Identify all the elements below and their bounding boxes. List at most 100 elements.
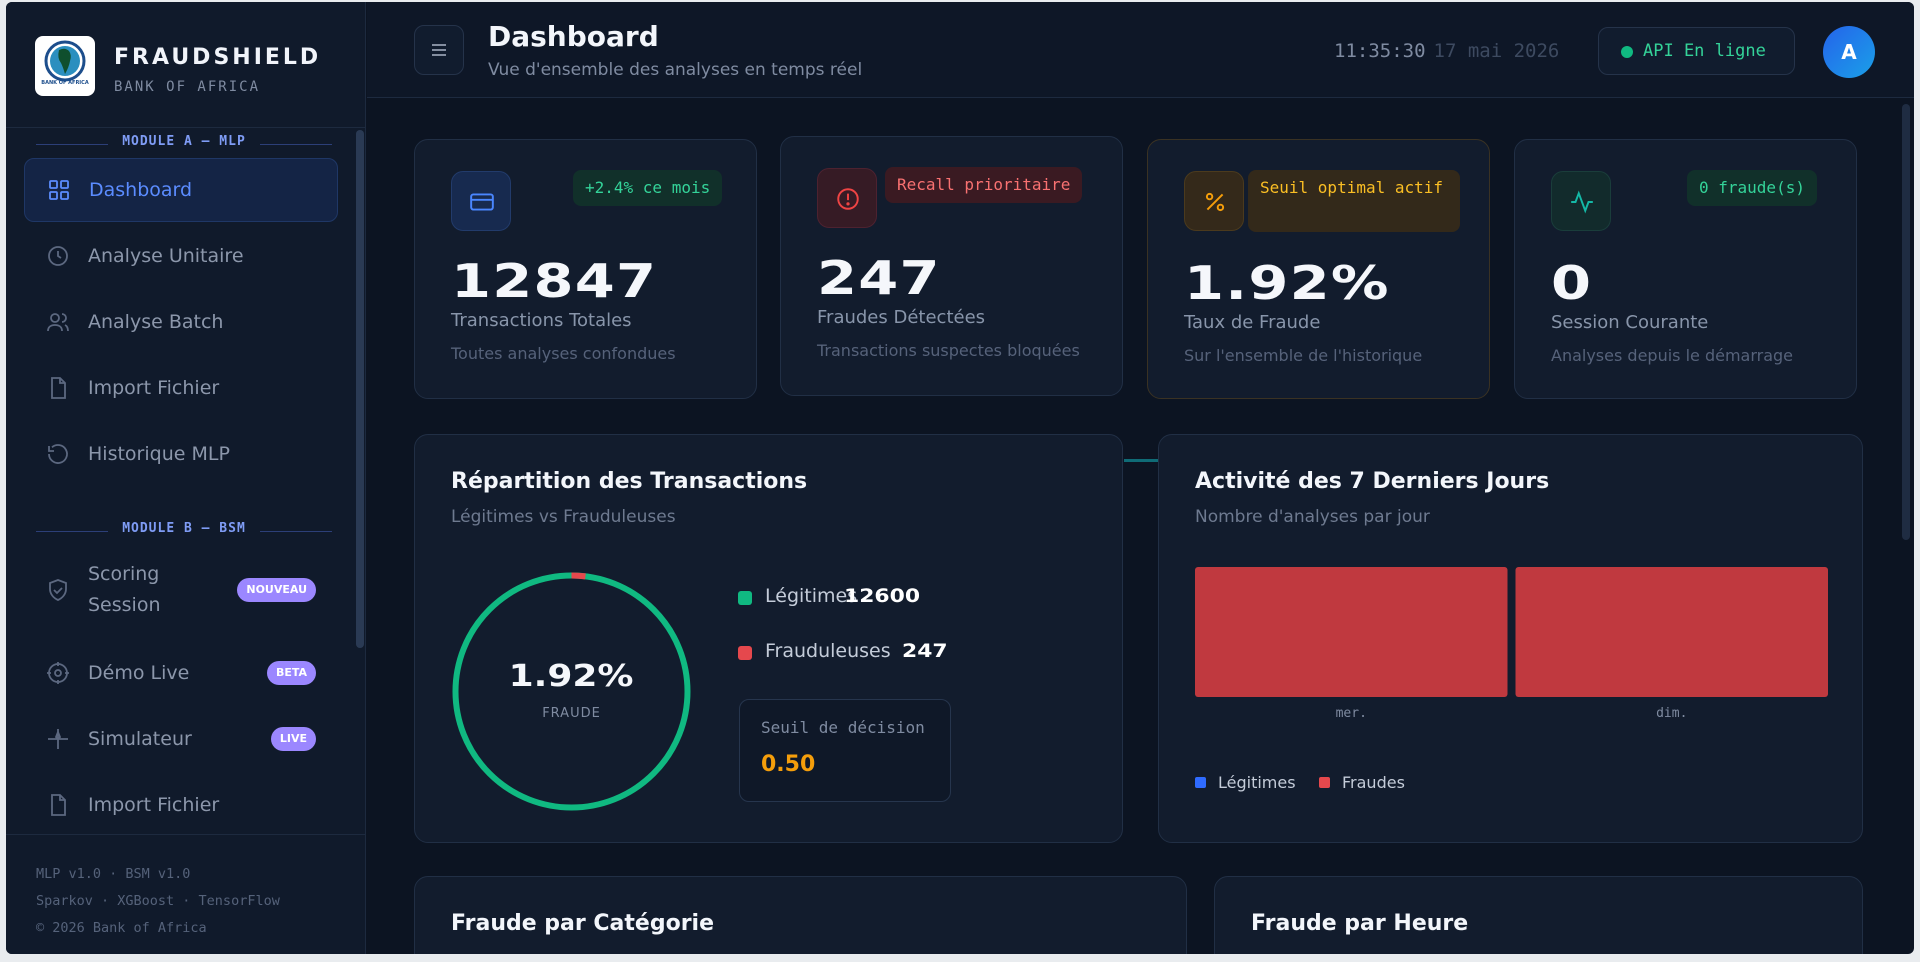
tech-stack-text: Sparkov · XGBoost · TensorFlow <box>36 893 280 909</box>
target-icon <box>47 662 69 684</box>
donut-center-value: 1.92% <box>449 659 694 694</box>
stat-label: Session Courante <box>1551 312 1709 333</box>
shield-icon <box>49 579 67 601</box>
page-subtitle: Vue d'ensemble des analyses en temps rée… <box>488 60 863 80</box>
pulse-icon <box>1551 171 1611 231</box>
sidebar-item-label: Dashboard <box>89 179 193 201</box>
fraude-categorie-panel: Fraude par Catégorie <box>414 876 1187 954</box>
sidebar-item-label: Analyse Batch <box>88 311 224 333</box>
recall-badge: Recall prioritaire <box>885 167 1083 203</box>
live-badge: LIVE <box>270 727 316 751</box>
legend-fraud-swatch <box>738 646 752 660</box>
legend-legit-value: 12600 <box>844 585 921 607</box>
copyright-text: © 2026 Bank of Africa <box>36 920 207 936</box>
donut-center-label: FRAUDE <box>542 706 601 721</box>
clock-date: 17 mai 2026 <box>1433 40 1560 62</box>
clock: 11:35:30 17 mai 2026 <box>1334 40 1559 62</box>
legend-legit-swatch <box>1195 777 1206 788</box>
panel-title: Fraude par Heure <box>1251 911 1469 936</box>
donut-center-value-text: 1.92% <box>509 659 634 694</box>
sidebar-item-demo-live[interactable]: Démo Live BETA <box>24 641 338 705</box>
sidebar: BANK OF AFRICA FRAUDSHIELD BANK OF AFRIC… <box>6 2 366 954</box>
threshold-box: Seuil de décision 0.50 <box>739 699 951 802</box>
percent-icon <box>1184 171 1244 231</box>
stat-value: 1.92% <box>1184 256 1390 310</box>
bar-fraudes-mer[interactable] <box>1195 567 1508 697</box>
panel-title: Répartition des Transactions <box>451 469 808 494</box>
stat-description: Sur l'ensemble de l'historique <box>1184 346 1423 365</box>
session-fraud-badge: 0 fraude(s) <box>1687 170 1817 206</box>
fraude-heure-panel: Fraude par Heure <box>1214 876 1863 954</box>
panel-subtitle: Légitimes vs Frauduleuses <box>451 507 676 527</box>
panel-connector <box>1124 459 1158 462</box>
top-bar: Dashboard Vue d'ensemble des analyses en… <box>367 2 1914 98</box>
app-window: BANK OF AFRICA FRAUDSHIELD BANK OF AFRIC… <box>6 2 1914 954</box>
hamburger-icon <box>432 44 446 56</box>
activity-bar-chart: mer. dim. <box>1195 567 1829 721</box>
app-subtitle: BANK OF AFRICA <box>114 79 261 95</box>
sidebar-item-analyse-batch[interactable]: Analyse Batch <box>24 290 338 354</box>
file-icon <box>51 377 66 399</box>
file-icon <box>51 794 66 816</box>
api-status-badge[interactable]: API En ligne <box>1598 27 1795 75</box>
history-icon <box>48 444 68 464</box>
sidebar-item-import-fichier[interactable]: Import Fichier <box>24 356 338 420</box>
sidebar-item-dashboard[interactable]: Dashboard <box>24 158 338 222</box>
logo-caption: BANK OF AFRICA <box>41 80 89 86</box>
sidebar-item-historique-mlp[interactable]: Historique MLP <box>24 422 338 486</box>
stat-value: 0 <box>1551 256 1593 310</box>
users-icon <box>47 313 69 332</box>
legend-legit-label: Légitimes <box>1218 773 1296 792</box>
sidebar-item-scoring-session[interactable]: Scoring Session NOUVEAU <box>24 555 338 625</box>
activity-panel: Activité des 7 Derniers Jours Nombre d'a… <box>1158 434 1863 843</box>
sidebar-item-simulateur[interactable]: Simulateur LIVE <box>24 707 338 771</box>
section-title-module-b: MODULE B — BSM <box>36 521 332 541</box>
sidebar-nav: MODULE A — MLP Dashboard Analyse Unitair… <box>6 128 354 834</box>
stat-card-taux: Seuil optimal actif 1.92% Taux de Fraude… <box>1147 139 1490 399</box>
sidebar-item-label: Analyse Unitaire <box>88 245 244 267</box>
sidebar-item-label: Démo Live <box>88 662 190 684</box>
legend-legit-swatch <box>738 591 752 605</box>
stat-card-fraudes: Recall prioritaire 247 Fraudes Détectées… <box>780 136 1123 396</box>
new-badge: NOUVEAU <box>237 578 316 602</box>
stat-description: Analyses depuis le démarrage <box>1551 346 1794 365</box>
stat-card-transactions: +2.4% ce mois 12847 Transactions Totales… <box>414 139 757 399</box>
stat-description: Transactions suspectes bloquées <box>817 341 1080 360</box>
legend-fraud-label: Frauduleuses <box>765 640 891 662</box>
avatar[interactable]: A <box>1823 26 1875 78</box>
sidebar-item-label: Historique MLP <box>88 443 230 465</box>
sidebar-item-label: Simulateur <box>88 728 192 750</box>
bar-fraudes-dim[interactable] <box>1515 567 1829 697</box>
grid-icon <box>49 180 69 200</box>
sidebar-scroll-thumb[interactable] <box>356 130 364 648</box>
version-text: MLP v1.0 · BSM v1.0 <box>36 866 191 882</box>
menu-toggle-button[interactable] <box>414 25 464 75</box>
stat-label: Fraudes Détectées <box>817 307 986 328</box>
brand[interactable]: BANK OF AFRICA FRAUDSHIELD BANK OF AFRIC… <box>35 36 365 100</box>
legend-fraud-label: Fraudes <box>1342 773 1405 792</box>
sparkle-icon <box>48 729 68 749</box>
threshold-badge: Seuil optimal actif <box>1248 170 1460 232</box>
clock-time: 11:35:30 <box>1334 40 1426 62</box>
bank-logo: BANK OF AFRICA <box>35 36 95 96</box>
x-tick-label: mer. <box>1336 706 1367 721</box>
main-scrollbar[interactable] <box>1902 104 1910 540</box>
api-status-text: API En ligne <box>1643 41 1766 61</box>
stat-description: Toutes analyses confondues <box>451 344 676 363</box>
legend-fraud-swatch <box>1319 777 1330 788</box>
threshold-label: Seuil de décision <box>761 718 925 737</box>
clock-icon <box>48 246 68 266</box>
sidebar-item-analyse-unitaire[interactable]: Analyse Unitaire <box>24 224 338 288</box>
sidebar-item-label: Import Fichier <box>88 794 220 816</box>
repartition-panel: Répartition des Transactions Légitimes v… <box>414 434 1123 843</box>
stat-label: Taux de Fraude <box>1184 312 1321 333</box>
stat-value: 12847 <box>451 254 658 308</box>
stat-label: Transactions Totales <box>451 310 632 331</box>
sidebar-item-import-fichier-bsm[interactable]: Import Fichier <box>24 773 338 834</box>
app-name: FRAUDSHIELD <box>114 45 322 70</box>
threshold-value: 0.50 <box>761 752 816 777</box>
section-title-module-a: MODULE A — MLP <box>36 134 332 154</box>
sidebar-item-label: Import Fichier <box>88 377 220 399</box>
growth-badge: +2.4% ce mois <box>573 170 723 206</box>
alert-icon <box>817 168 877 228</box>
